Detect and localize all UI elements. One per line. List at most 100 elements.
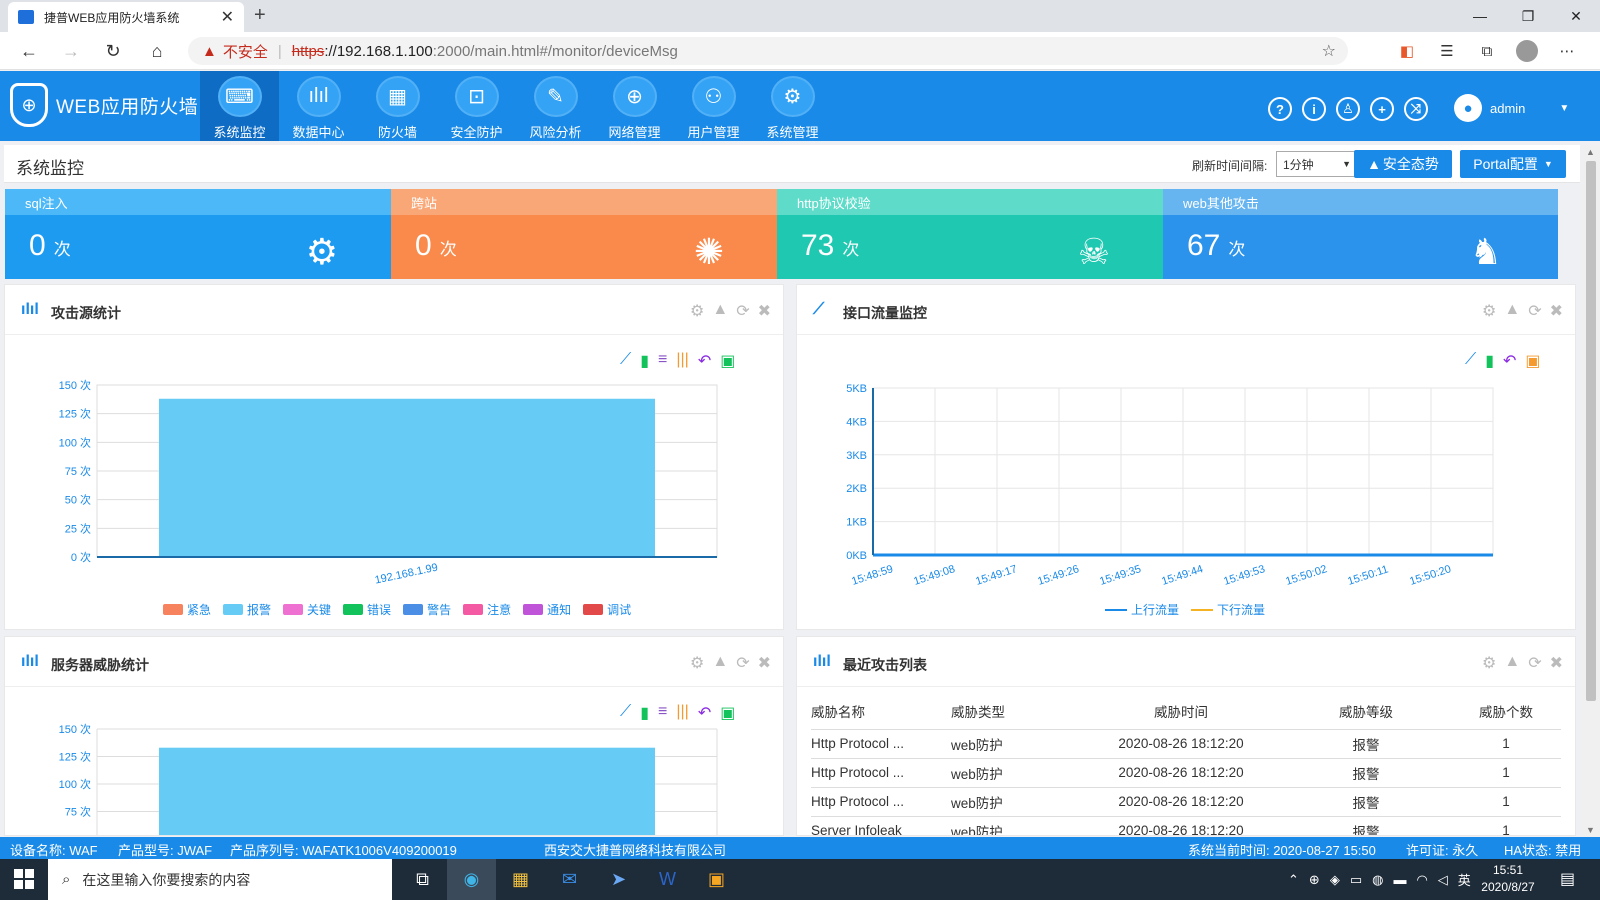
nav-item-0[interactable]: ⌨ 系统监控 <box>200 71 279 141</box>
scroll-down-icon[interactable]: ▼ <box>1586 825 1595 835</box>
y-tick-label: 2KB <box>846 483 867 495</box>
legend-item[interactable]: 警告 <box>403 601 451 618</box>
security-situation-button[interactable]: ▲ 安全态势 <box>1354 150 1452 178</box>
refresh-interval-select[interactable]: 1分钟 ▼ <box>1276 151 1358 177</box>
stat-card-unit: 次 <box>439 240 457 259</box>
scrollbar-thumb[interactable] <box>1586 161 1596 701</box>
favorite-star-icon[interactable]: ☆ <box>1322 41 1336 61</box>
word-icon[interactable]: W <box>643 859 692 900</box>
app-name: WEB应用防火墙 <box>56 96 199 118</box>
tab-close-icon[interactable]: ✕ <box>221 7 234 27</box>
y-tick-label: 4KB <box>846 416 867 428</box>
ime-indicator[interactable]: 英 <box>1458 870 1471 889</box>
stat-card[interactable]: 跨站 0 次 ✺ <box>391 189 780 279</box>
legend-item[interactable]: 上行流量 <box>1105 601 1179 618</box>
back-icon[interactable]: ← <box>16 38 42 64</box>
edge-browser-icon[interactable]: ◉ <box>447 859 496 900</box>
nav-item-5[interactable]: ⊕ 网络管理 <box>595 71 674 141</box>
forward-icon[interactable]: → <box>58 38 84 64</box>
portal-config-button[interactable]: Portal配置 ▼ <box>1460 150 1566 178</box>
wifi-icon[interactable]: ◠ <box>1416 872 1427 888</box>
table-row[interactable]: Server Infoleak web防护 2020-08-26 18:12:20 报… <box>811 816 1561 835</box>
remote-app-icon[interactable]: ▣ <box>692 859 741 900</box>
legend-item[interactable]: 错误 <box>343 601 391 618</box>
table-cell: 2020-08-26 18:12:20 <box>1081 758 1281 788</box>
taskbar-clock[interactable]: 15:51 2020/8/27 <box>1478 862 1538 896</box>
minimize-icon[interactable]: — <box>1456 0 1504 32</box>
help-icon[interactable]: ? <box>1268 97 1292 121</box>
notification-icon[interactable]: ▤ <box>1560 869 1575 889</box>
nav-item-3[interactable]: ⊡ 安全防护 <box>437 71 516 141</box>
wechat-icon[interactable]: ◍ <box>1372 872 1383 888</box>
nav-item-1[interactable]: ılıl 数据中心 <box>279 71 358 141</box>
close-window-icon[interactable]: ✕ <box>1552 0 1600 32</box>
home-icon[interactable]: ⌂ <box>144 38 170 64</box>
table-row[interactable]: Http Protocol ... web防护 2020-08-26 18:12:2… <box>811 758 1561 788</box>
table-row[interactable]: Http Protocol ... web防护 2020-08-26 18:12:2… <box>811 729 1561 759</box>
nav-item-label: 网络管理 <box>608 125 661 140</box>
windows-start-icon[interactable] <box>14 869 34 889</box>
shuffle-icon[interactable]: ⤨ <box>1404 97 1428 121</box>
legend-item[interactable]: 注意 <box>463 601 511 618</box>
volume-icon[interactable]: ◁ <box>1438 872 1448 888</box>
page-scrollbar[interactable]: ▲ ▼ <box>1582 145 1600 837</box>
area-chart-icon: ▲ <box>1367 156 1381 172</box>
browser-tab[interactable]: 捷普WEB应用防火墙系统 ✕ <box>8 2 244 32</box>
favorites-icon[interactable]: ☰ <box>1434 38 1460 64</box>
feishu-icon[interactable]: ➤ <box>594 859 643 900</box>
tray-chevron-up-icon[interactable]: ⌃ <box>1288 872 1299 888</box>
shirt-theme-icon[interactable]: ♙ <box>1336 97 1360 121</box>
refresh-icon[interactable]: ⟳ <box>1528 653 1541 673</box>
x-tick-label: 15:49:44 <box>1160 563 1204 588</box>
settings-icon[interactable]: ⚙ <box>1482 653 1496 673</box>
reload-icon[interactable]: ↻ <box>100 38 126 64</box>
taskbar-search[interactable]: ⌕ 在这里输入你要搜索的内容 <box>48 859 392 900</box>
profile-avatar-icon[interactable] <box>1514 38 1540 64</box>
extension-icon[interactable]: ◧ <box>1394 38 1420 64</box>
legend-item[interactable]: 下行流量 <box>1191 601 1265 618</box>
collections-icon[interactable]: ⧉ <box>1474 38 1500 64</box>
legend-label: 报警 <box>247 603 272 617</box>
x-tick-label: 15:50:11 <box>1346 563 1390 587</box>
legend-item[interactable]: 关键 <box>283 601 331 618</box>
y-tick-label: 1KB <box>846 517 867 529</box>
info-icon[interactable]: i <box>1302 97 1326 121</box>
address-bar[interactable]: ▲ 不安全 | https ://192.168.1.100 :2000/mai… <box>188 37 1348 65</box>
monitor-icon: ⌨ <box>217 76 262 117</box>
server-threat-panel: ılıl 服务器威胁统计 ⚙ ▲ ⟳ ✖ ⟋ ▮ ≡ ||| ↶ ▣ 75 次1… <box>4 636 784 836</box>
panel-header: ılıl 最近攻击列表 ⚙ ▲ ⟳ ✖ <box>797 637 1575 687</box>
table-cell: 报警 <box>1281 816 1451 835</box>
task-view-icon[interactable]: ⧉ <box>398 859 447 900</box>
mail-icon[interactable]: ✉ <box>545 859 594 900</box>
store-icon[interactable]: ▦ <box>496 859 545 900</box>
collapse-icon[interactable]: ▲ <box>1504 653 1520 673</box>
network-globe-icon[interactable]: ⊕ <box>1309 872 1320 888</box>
legend-item[interactable]: 报警 <box>223 601 271 618</box>
stat-card-value: 67 <box>1187 229 1221 262</box>
legend-item[interactable]: 调试 <box>583 601 631 618</box>
stat-card[interactable]: web其他攻击 67 次 ♞ <box>1163 189 1558 279</box>
table-row[interactable]: Http Protocol ... web防护 2020-08-26 18:12:2… <box>811 787 1561 817</box>
expand-icon[interactable]: + <box>1370 97 1394 121</box>
bar-chart-icon: ılıl <box>813 653 831 670</box>
close-icon[interactable]: ✖ <box>1550 653 1563 673</box>
stat-card[interactable]: sql注入 0 次 ⚙ <box>5 189 394 279</box>
scroll-up-icon[interactable]: ▲ <box>1586 147 1595 157</box>
restore-icon[interactable]: ❐ <box>1504 0 1552 32</box>
legend-item[interactable]: 通知 <box>523 601 571 618</box>
user-menu[interactable]: ● admin ▼ <box>1454 94 1569 122</box>
nav-item-6[interactable]: ⚇ 用户管理 <box>674 71 753 141</box>
security-status[interactable]: 不安全 <box>223 41 268 62</box>
nav-item-2[interactable]: ▦ 防火墙 <box>358 71 437 141</box>
nav-item-4[interactable]: ✎ 风险分析 <box>516 71 595 141</box>
tray-app-icon[interactable]: ◈ <box>1330 872 1340 888</box>
new-tab-button[interactable]: + <box>254 4 266 27</box>
tray-monitor-icon[interactable]: ▭ <box>1350 872 1362 888</box>
table-cell: 2020-08-26 18:12:20 <box>1081 787 1281 817</box>
battery-icon[interactable]: ▬ <box>1393 872 1406 887</box>
legend-item[interactable]: 紧急 <box>163 601 211 618</box>
stat-card[interactable]: http协议校验 73 次 ☠ <box>777 189 1166 279</box>
more-menu-icon[interactable]: ⋯ <box>1554 38 1580 64</box>
nav-item-7[interactable]: ⚙ 系统管理 <box>753 71 832 141</box>
url-path: :2000/main.html#/monitor/deviceMsg <box>432 42 678 60</box>
